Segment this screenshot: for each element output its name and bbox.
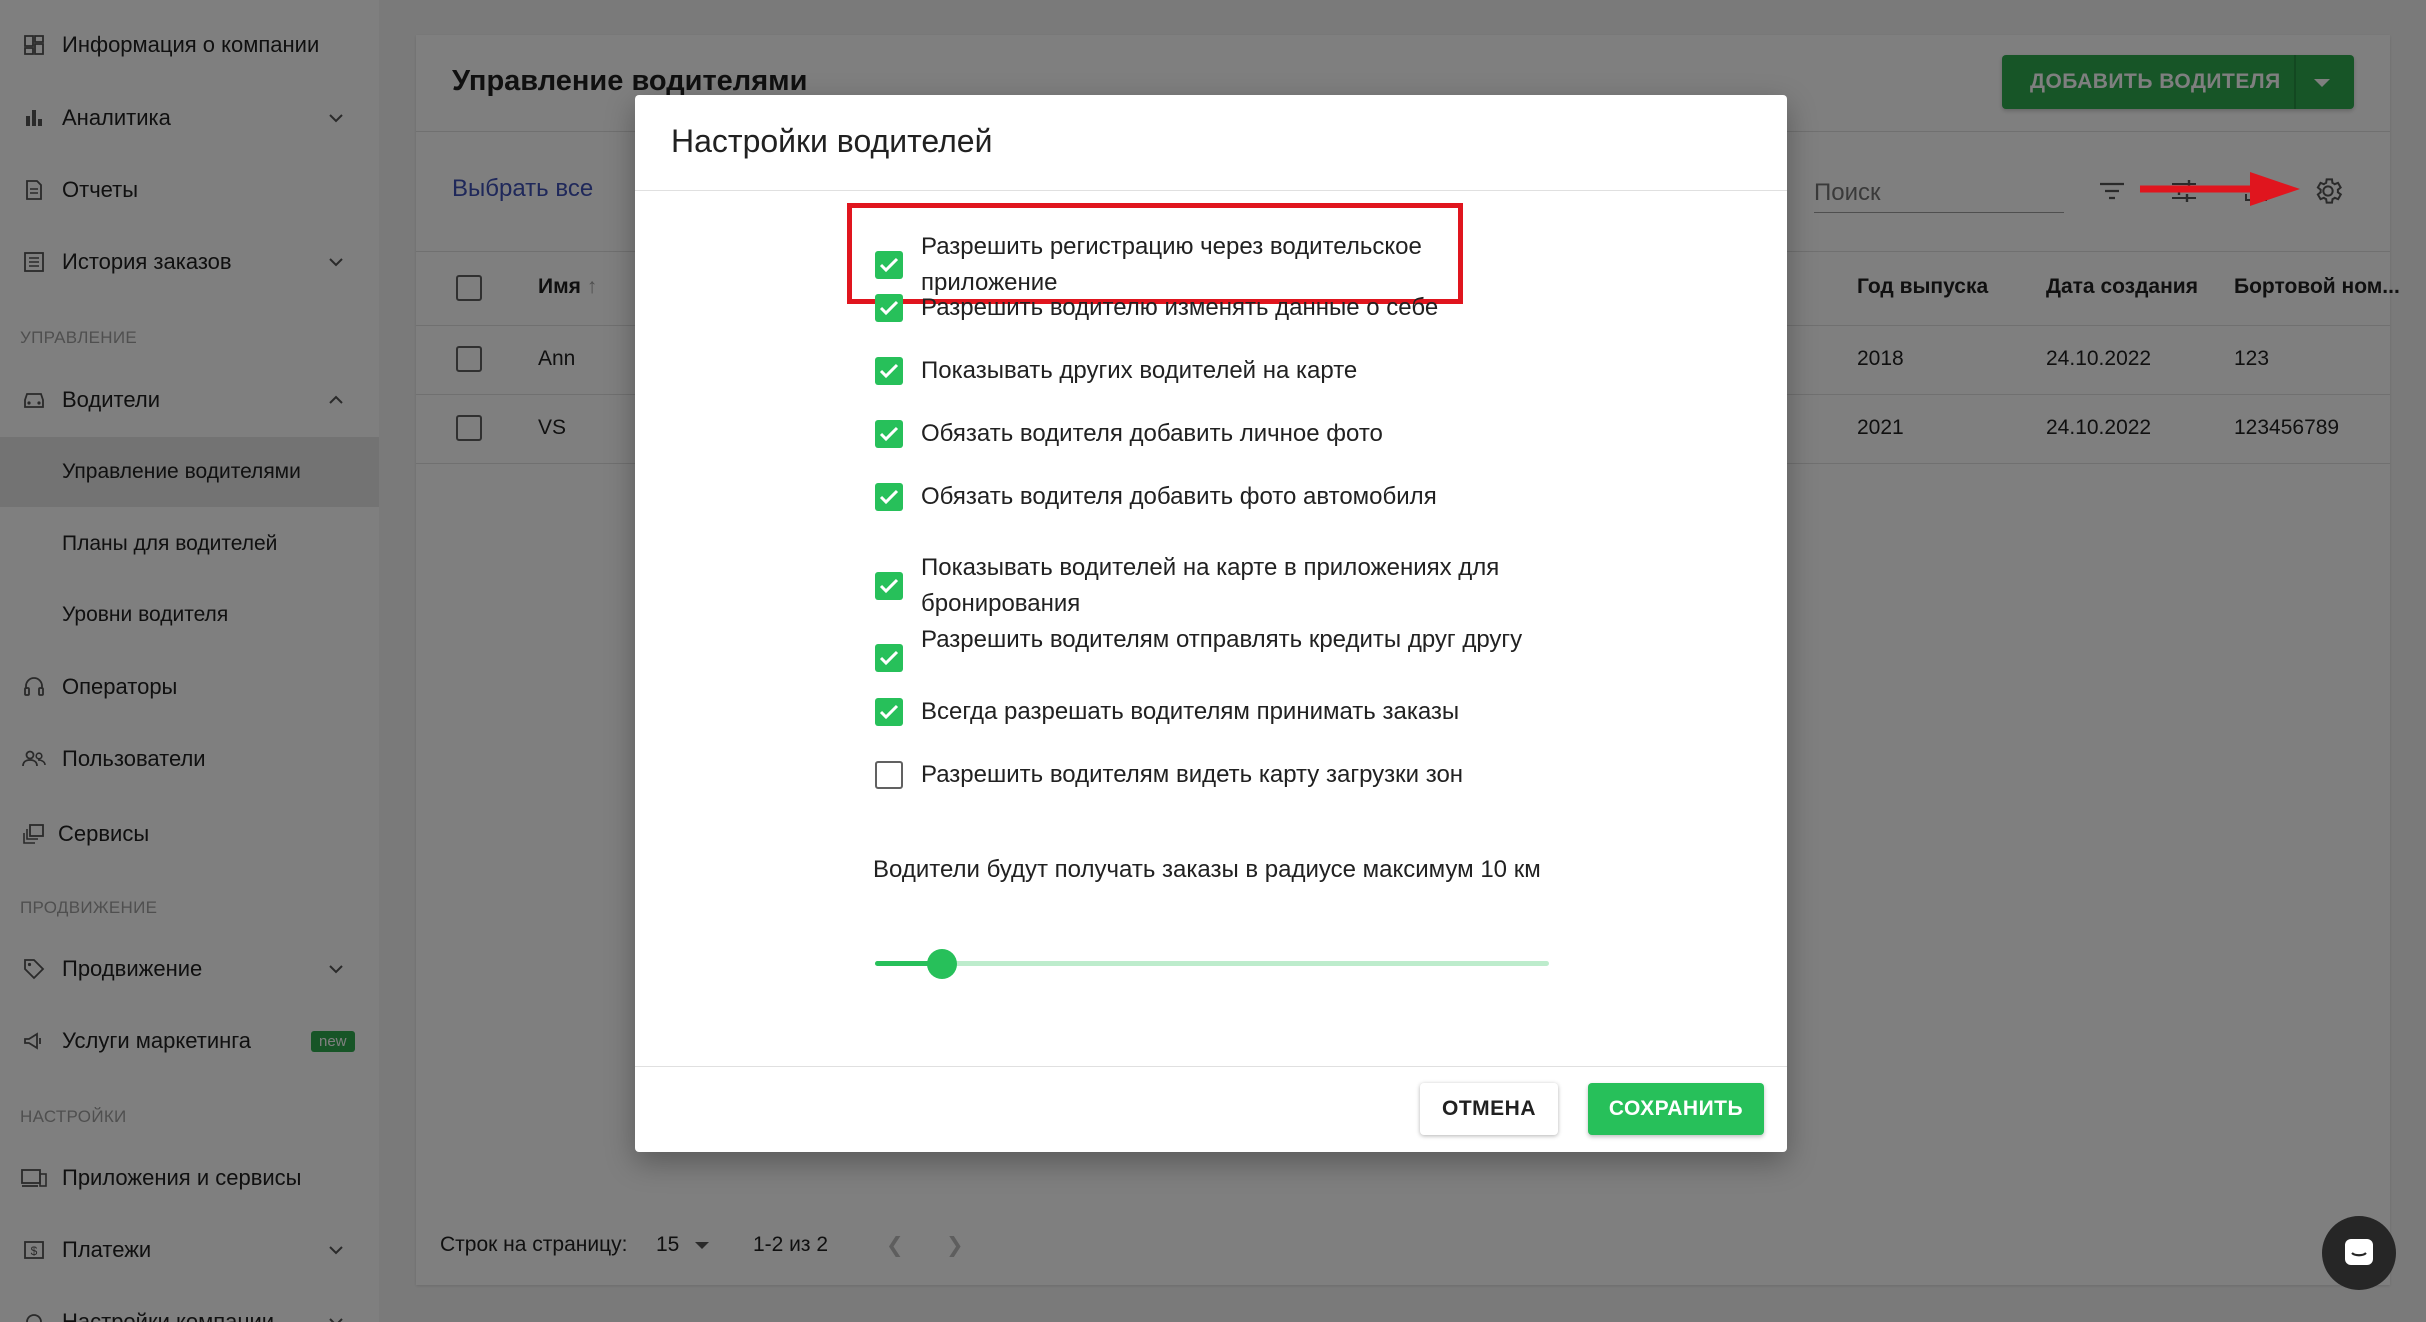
setting-option[interactable]: Показывать других водителей на карте — [875, 353, 1575, 389]
checkbox-checked[interactable] — [875, 420, 903, 448]
checkbox-checked[interactable] — [875, 357, 903, 385]
setting-option-label: Всегда разрешать водителям принимать зак… — [921, 698, 1460, 725]
setting-option[interactable]: Обязать водителя добавить личное фото — [875, 416, 1575, 452]
check-icon — [879, 489, 899, 505]
cancel-button[interactable]: ОТМЕНА — [1420, 1083, 1558, 1135]
setting-option[interactable]: Всегда разрешать водителям принимать зак… — [875, 694, 1575, 730]
dialog-title: Настройки водителей — [671, 123, 993, 159]
setting-option[interactable]: Разрешить водителям видеть карту загрузк… — [875, 757, 1575, 793]
setting-option-label: Показывать водителей на карте в приложен… — [921, 554, 1500, 617]
check-icon — [879, 300, 899, 316]
checkbox-unchecked[interactable] — [875, 761, 903, 789]
divider — [635, 1066, 1787, 1067]
save-button[interactable]: СОХРАНИТЬ — [1588, 1083, 1764, 1135]
driver-settings-dialog: Настройки водителей Разрешить регистраци… — [635, 95, 1787, 1152]
setting-option-label: Разрешить водителям видеть карту загрузк… — [921, 761, 1464, 788]
setting-option-label: Показывать других водителей на карте — [921, 357, 1358, 384]
check-icon — [879, 257, 899, 273]
checkbox-checked[interactable] — [875, 572, 903, 600]
setting-option-label: Разрешить водителям отправлять кредиты д… — [921, 626, 1523, 653]
setting-option[interactable]: Показывать водителей на карте в приложен… — [875, 550, 1575, 622]
checkbox-checked[interactable] — [875, 644, 903, 672]
setting-option-label: Обязать водителя добавить личное фото — [921, 420, 1383, 447]
check-icon — [879, 426, 899, 442]
check-icon — [879, 363, 899, 379]
radius-slider-track[interactable] — [875, 961, 1549, 966]
divider — [635, 190, 1787, 191]
checkbox-checked[interactable] — [875, 294, 903, 322]
checkbox-checked[interactable] — [875, 483, 903, 511]
checkbox-checked[interactable] — [875, 698, 903, 726]
chat-icon — [2345, 1239, 2373, 1265]
setting-option[interactable]: Разрешить водителю изменять данные о себ… — [875, 290, 1575, 326]
check-icon — [879, 704, 899, 720]
radius-slider-thumb[interactable] — [927, 949, 958, 979]
radius-description: Водители будут получать заказы в радиусе… — [873, 856, 1541, 883]
annotation-arrow-icon — [2138, 166, 2318, 217]
check-icon — [879, 650, 899, 666]
setting-option[interactable]: Разрешить водителям отправлять кредиты д… — [875, 622, 1575, 694]
chat-button[interactable] — [2322, 1216, 2396, 1290]
check-icon — [879, 578, 899, 594]
setting-option-label: Разрешить водителю изменять данные о себ… — [921, 294, 1439, 321]
checkbox-checked[interactable] — [875, 251, 903, 279]
setting-option[interactable]: Обязать водителя добавить фото автомобил… — [875, 479, 1575, 515]
setting-option-label: Обязать водителя добавить фото автомобил… — [921, 483, 1437, 510]
